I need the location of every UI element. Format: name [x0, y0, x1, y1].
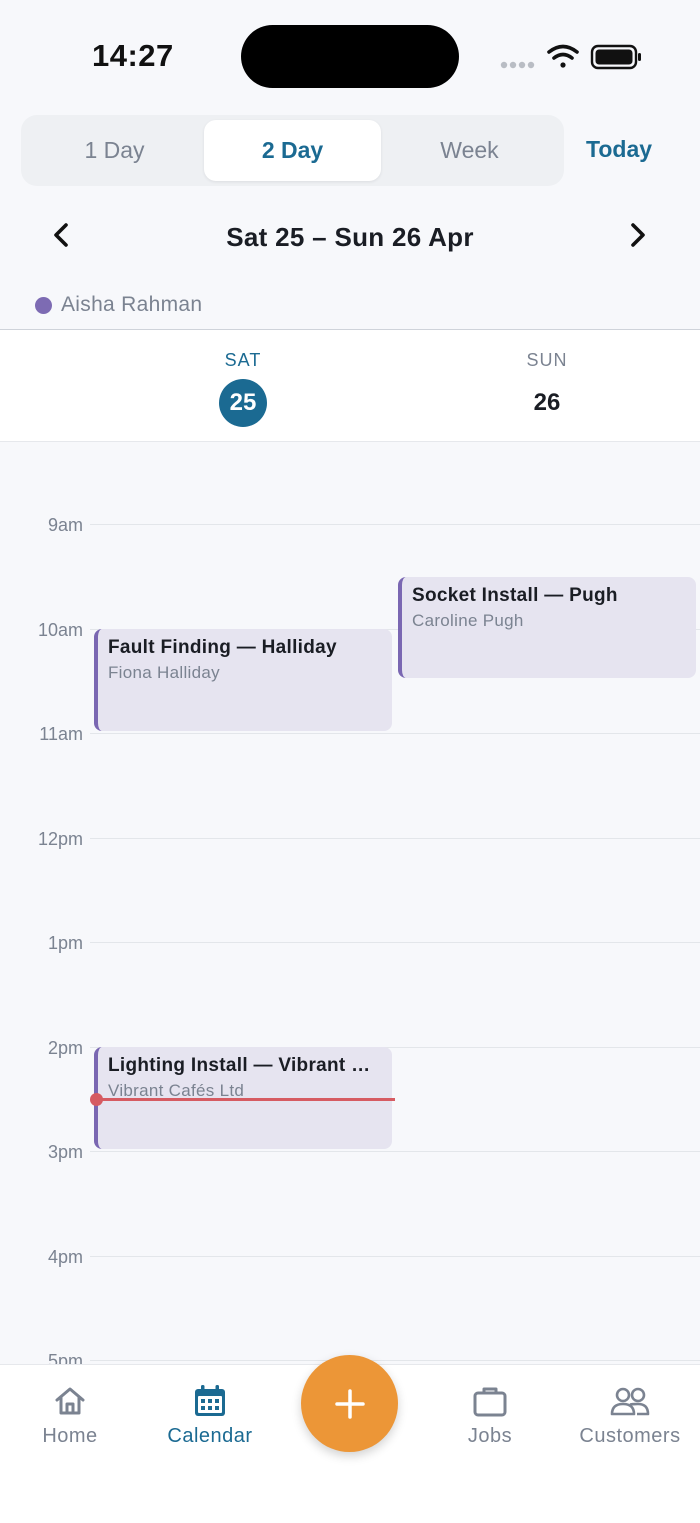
day-name: SUN: [526, 350, 568, 370]
cellular-signal-icon: [500, 61, 535, 69]
event-customer: Fiona Halliday: [108, 663, 220, 682]
hour-label: 5pm: [47, 1351, 83, 1364]
tab-label: Jobs: [467, 1425, 513, 1447]
day-number: 25: [219, 379, 267, 427]
hour-line: [90, 1151, 700, 1152]
event-title: Fault Finding — Halliday: [108, 637, 337, 658]
hour-label: 1pm: [47, 933, 83, 953]
hour-line: [90, 942, 700, 943]
tab-label: Home: [42, 1425, 98, 1447]
today-button[interactable]: Today: [586, 136, 652, 163]
view-option-week[interactable]: Week: [381, 120, 558, 181]
event-title: Socket Install — Pugh: [412, 585, 618, 606]
resource-color-dot: [35, 296, 52, 314]
tab-jobs[interactable]: Jobs: [420, 1383, 560, 1448]
day-header: SAT 25 SUN 26: [0, 329, 700, 442]
day-number: 26: [533, 389, 561, 416]
day-column-sat[interactable]: SAT 25: [143, 350, 343, 427]
view-switcher: 1 Day 2 Day Week: [21, 115, 564, 186]
tab-calendar[interactable]: Calendar: [140, 1383, 280, 1448]
battery-icon: [590, 44, 641, 70]
event-title: Lighting Install — Vibrant Cafés Ltd: [108, 1055, 382, 1076]
view-option-2-day[interactable]: 2 Day: [204, 120, 381, 181]
status-time: 14:27: [92, 38, 174, 73]
current-time-dot: [90, 1093, 103, 1106]
hour-label: 9am: [47, 515, 83, 535]
people-icon: [610, 1387, 650, 1416]
hour-label: 4pm: [47, 1247, 83, 1267]
tab-home[interactable]: Home: [0, 1383, 140, 1448]
hour-line: [90, 733, 700, 734]
day-column-sun[interactable]: SUN 26: [447, 350, 647, 427]
hour-label: 11am: [39, 724, 83, 744]
add-button[interactable]: [301, 1355, 398, 1452]
hour-label: 10am: [37, 620, 83, 640]
hour-line: [90, 524, 700, 525]
home-icon: [55, 1387, 85, 1415]
event-card-fault-finding[interactable]: Fault Finding — Halliday Fiona Halliday: [94, 629, 392, 731]
resource-name: Aisha Rahman: [61, 293, 203, 316]
chevron-right-icon[interactable]: [620, 218, 654, 252]
hour-line: [90, 1256, 700, 1257]
event-customer: Caroline Pugh: [412, 611, 524, 630]
date-navigation: Sat 25 – Sun 26 Apr: [0, 210, 700, 262]
hour-line: [90, 838, 700, 839]
tab-label: Calendar: [167, 1425, 253, 1447]
hour-label: 3pm: [47, 1142, 83, 1162]
status-icons: [500, 44, 641, 70]
current-time-line: [97, 1098, 395, 1101]
date-range-title: Sat 25 – Sun 26 Apr: [226, 222, 474, 252]
view-option-1-day[interactable]: 1 Day: [26, 120, 203, 181]
wifi-icon: [547, 44, 579, 68]
calendar-icon: [195, 1385, 225, 1416]
resource-filter[interactable]: Aisha Rahman: [35, 293, 202, 317]
day-name: SAT: [224, 350, 262, 370]
briefcase-icon: [473, 1387, 507, 1417]
tab-label: Customers: [579, 1425, 681, 1447]
event-card-socket-install[interactable]: Socket Install — Pugh Caroline Pugh: [398, 577, 696, 678]
dynamic-island: [241, 25, 459, 88]
hour-label: 12pm: [37, 829, 83, 849]
hour-line: [90, 1360, 700, 1361]
tab-customers[interactable]: Customers: [560, 1383, 700, 1448]
hour-label: 2pm: [47, 1038, 83, 1058]
plus-icon: [334, 1388, 365, 1419]
time-grid[interactable]: 9am 10am 11am 12pm 1pm 2pm 3pm 4pm 5pm F…: [0, 441, 700, 1364]
status-bar: 14:27: [0, 0, 700, 110]
